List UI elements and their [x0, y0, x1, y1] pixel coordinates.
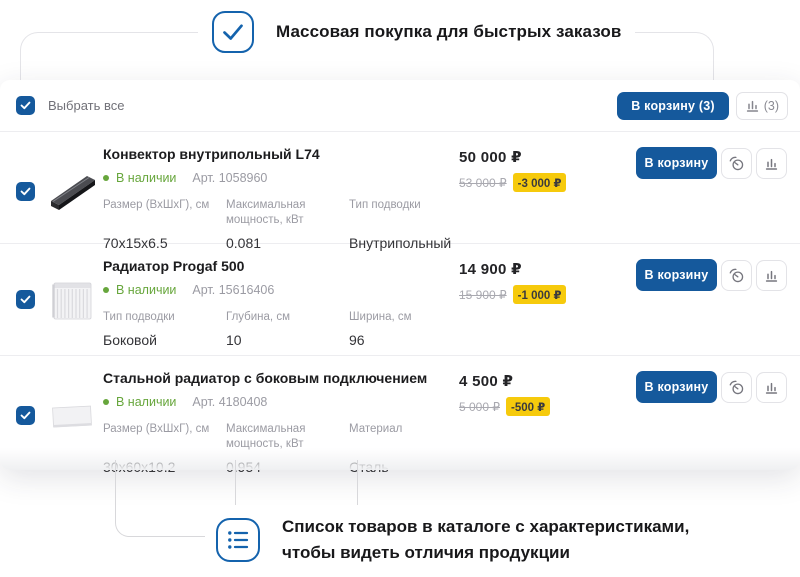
checkbox-check-icon	[20, 411, 31, 420]
spec-value: 10	[226, 332, 349, 348]
row-actions: В корзину	[636, 244, 788, 291]
price-block: 14 900 ₽ 15 900 ₽ -1 000 ₽	[459, 244, 636, 304]
leader-line-right	[357, 460, 358, 505]
product-sku: Арт. 15616406	[192, 283, 274, 297]
row-actions: В корзину	[636, 356, 788, 403]
add-to-cart-button[interactable]: В корзину	[636, 371, 717, 403]
spec-value: Боковой	[103, 332, 226, 348]
leader-line-middle	[235, 460, 236, 505]
select-all-checkbox[interactable]	[16, 96, 35, 115]
compare-button[interactable]	[756, 148, 787, 179]
card-header: Выбрать все В корзину (3) (3)	[0, 80, 800, 132]
stopwatch-icon	[728, 267, 745, 284]
compare-count: (3)	[764, 99, 779, 113]
stock-badge: В наличии	[103, 283, 176, 297]
product-info: Конвектор внутрипольный L74 В наличии Ар…	[103, 132, 459, 251]
bar-chart-icon	[764, 156, 779, 171]
table-row: Радиатор Progaf 500 В наличии Арт. 15616…	[0, 244, 800, 356]
product-sku: Арт. 1058960	[192, 171, 267, 185]
compare-all-button[interactable]: (3)	[736, 92, 788, 120]
quick-order-button[interactable]	[721, 148, 752, 179]
leader-line-left	[115, 460, 205, 537]
compare-button[interactable]	[756, 372, 787, 403]
spec-label: Максимальная мощность, кВт	[226, 422, 349, 452]
price: 4 500 ₽	[459, 372, 636, 390]
spec-label: Материал	[349, 422, 472, 452]
spec-label: Глубина, см	[226, 310, 349, 325]
discount-badge: -3 000 ₽	[513, 173, 567, 192]
row-actions: В корзину	[636, 132, 788, 179]
quick-order-button[interactable]	[721, 372, 752, 403]
quick-order-button[interactable]	[721, 260, 752, 291]
bottom-callout: Список товаров в каталоге с характеристи…	[216, 514, 689, 566]
product-title[interactable]: Радиатор Progaf 500	[103, 258, 459, 274]
product-image-steel-panel[interactable]	[46, 390, 98, 442]
spec-label: Тип подводки	[349, 198, 472, 228]
bar-chart-icon	[764, 380, 779, 395]
bottom-callout-label: Список товаров в каталоге с характеристи…	[282, 514, 689, 566]
bottom-callout-line2: чтобы видеть отличия продукции	[282, 543, 570, 562]
product-checkbox[interactable]	[16, 406, 35, 425]
bulk-purchase-card: Выбрать все В корзину (3) (3) Конвектор …	[0, 80, 800, 470]
top-callout-label: Массовая покупка для быстрых заказов	[276, 22, 621, 42]
add-to-cart-button[interactable]: В корзину	[636, 259, 717, 291]
old-price: 15 900 ₽	[459, 288, 507, 302]
spec-label: Размер (ВхШхГ), см	[103, 422, 226, 452]
spec-value: 0.954	[226, 459, 349, 475]
select-all-label: Выбрать все	[48, 98, 124, 113]
table-row: Конвектор внутрипольный L74 В наличии Ар…	[0, 132, 800, 244]
add-to-cart-button[interactable]: В корзину	[636, 147, 717, 179]
stopwatch-icon	[728, 379, 745, 396]
product-checkbox[interactable]	[16, 182, 35, 201]
spec-label: Ширина, см	[349, 310, 472, 325]
header-actions: В корзину (3) (3)	[617, 92, 788, 120]
bar-chart-icon	[764, 268, 779, 283]
price-block: 4 500 ₽ 5 000 ₽ -500 ₽	[459, 356, 636, 416]
availability-row: В наличии Арт. 4180408	[103, 395, 459, 409]
list-icon	[216, 518, 260, 562]
stock-badge: В наличии	[103, 171, 176, 185]
bottom-callout-line1: Список товаров в каталоге с характеристи…	[282, 517, 689, 536]
product-title[interactable]: Конвектор внутрипольный L74	[103, 146, 459, 162]
price: 14 900 ₽	[459, 260, 636, 278]
spec-value: Сталь	[349, 459, 472, 475]
checkbox-check-icon	[20, 101, 31, 110]
spec-label: Тип подводки	[103, 310, 226, 325]
old-price: 5 000 ₽	[459, 400, 500, 414]
product-image-convector[interactable]	[46, 166, 98, 218]
product-title[interactable]: Стальной радиатор с боковым подключением	[103, 370, 459, 386]
compare-button[interactable]	[756, 260, 787, 291]
table-row: Стальной радиатор с боковым подключением…	[0, 356, 800, 468]
product-info: Радиатор Progaf 500 В наличии Арт. 15616…	[103, 244, 459, 348]
stopwatch-icon	[728, 155, 745, 172]
availability-row: В наличии Арт. 15616406	[103, 283, 459, 297]
discount-badge: -1 000 ₽	[513, 285, 567, 304]
checkbox-check-icon	[20, 295, 31, 304]
price: 50 000 ₽	[459, 148, 636, 166]
spec-label: Размер (ВхШхГ), см	[103, 198, 226, 228]
product-info: Стальной радиатор с боковым подключением…	[103, 356, 459, 475]
product-sku: Арт. 4180408	[192, 395, 267, 409]
add-all-to-cart-button[interactable]: В корзину (3)	[617, 92, 728, 120]
availability-row: В наличии Арт. 1058960	[103, 171, 459, 185]
product-image-radiator[interactable]	[46, 274, 98, 326]
checkbox-check-icon	[20, 187, 31, 196]
check-icon	[212, 11, 254, 53]
stock-badge: В наличии	[103, 395, 176, 409]
spec-value: 96	[349, 332, 472, 348]
bar-chart-icon	[745, 98, 760, 113]
spec-list: Тип подводки Боковой Глубина, см 10 Шири…	[103, 310, 459, 348]
product-checkbox[interactable]	[16, 290, 35, 309]
top-callout: Массовая покупка для быстрых заказов	[198, 9, 635, 55]
price-block: 50 000 ₽ 53 000 ₽ -3 000 ₽	[459, 132, 636, 192]
old-price: 53 000 ₽	[459, 176, 507, 190]
spec-label: Максимальная мощность, кВт	[226, 198, 349, 228]
discount-badge: -500 ₽	[506, 397, 550, 416]
